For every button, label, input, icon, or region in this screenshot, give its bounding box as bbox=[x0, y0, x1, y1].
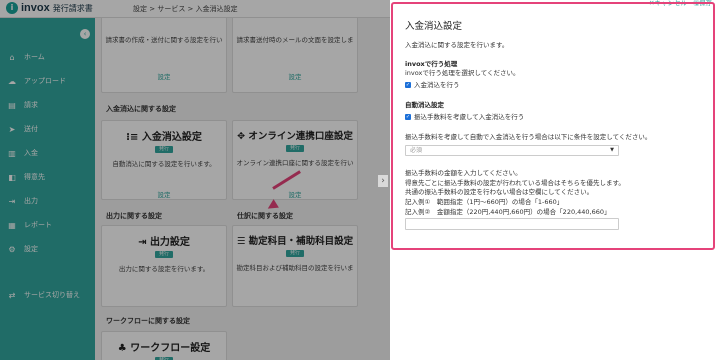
checkbox-checked-icon: ✓ bbox=[405, 114, 411, 120]
invox-processing-description: invoxで行う処理を選択してください。 bbox=[405, 69, 520, 77]
panel-description: 入金消込に関する設定を行います。 bbox=[405, 41, 509, 49]
select-placeholder: 必須 bbox=[410, 147, 423, 154]
fee-instruction-line: 振込手数料の金額を入力してください。 bbox=[405, 169, 522, 177]
chevron-down-icon: ▼ bbox=[610, 147, 614, 153]
checkbox-label: 振込手数料を考慮して入金消込を行う bbox=[414, 113, 525, 121]
fee-instruction-line: 共通の振込手数料の設定を行わない場合は空欄にしてください。 bbox=[405, 188, 594, 196]
auto-matching-heading: 自動消込設定 bbox=[405, 101, 444, 109]
panel-title: 入金消込設定 bbox=[405, 21, 463, 32]
modal-backdrop[interactable] bbox=[0, 0, 390, 360]
fee-example-line: 記入例② 金額指定（220円,440円,660円）の場合「220,440,660… bbox=[405, 208, 611, 216]
payment-matching-checkbox[interactable]: ✓ 入金消込を行う bbox=[405, 79, 460, 89]
expand-panel-icon[interactable]: › bbox=[378, 175, 388, 187]
checkbox-label: 入金消込を行う bbox=[414, 81, 460, 89]
payment-settings-panel: ✕キャンセル 🖫保存 入金消込設定 入金消込に関する設定を行います。 invox… bbox=[390, 0, 720, 360]
fee-condition-select[interactable]: 必須 ▼ bbox=[405, 145, 619, 156]
transfer-fee-input[interactable] bbox=[405, 218, 619, 230]
checkbox-checked-icon: ✓ bbox=[405, 82, 411, 88]
highlight-frame: 入金消込設定 入金消込に関する設定を行います。 invoxで行う処理 invox… bbox=[391, 2, 715, 250]
fee-condition-text: 振込手数料を考慮して自動で入金消込を行う場合は以下に条件を設定してください。 bbox=[405, 133, 652, 141]
fee-consideration-checkbox[interactable]: ✓ 振込手数料を考慮して入金消込を行う bbox=[405, 111, 524, 121]
fee-example-line: 記入例① 範囲指定（1円〜660円）の場合「1-660」 bbox=[405, 198, 564, 206]
